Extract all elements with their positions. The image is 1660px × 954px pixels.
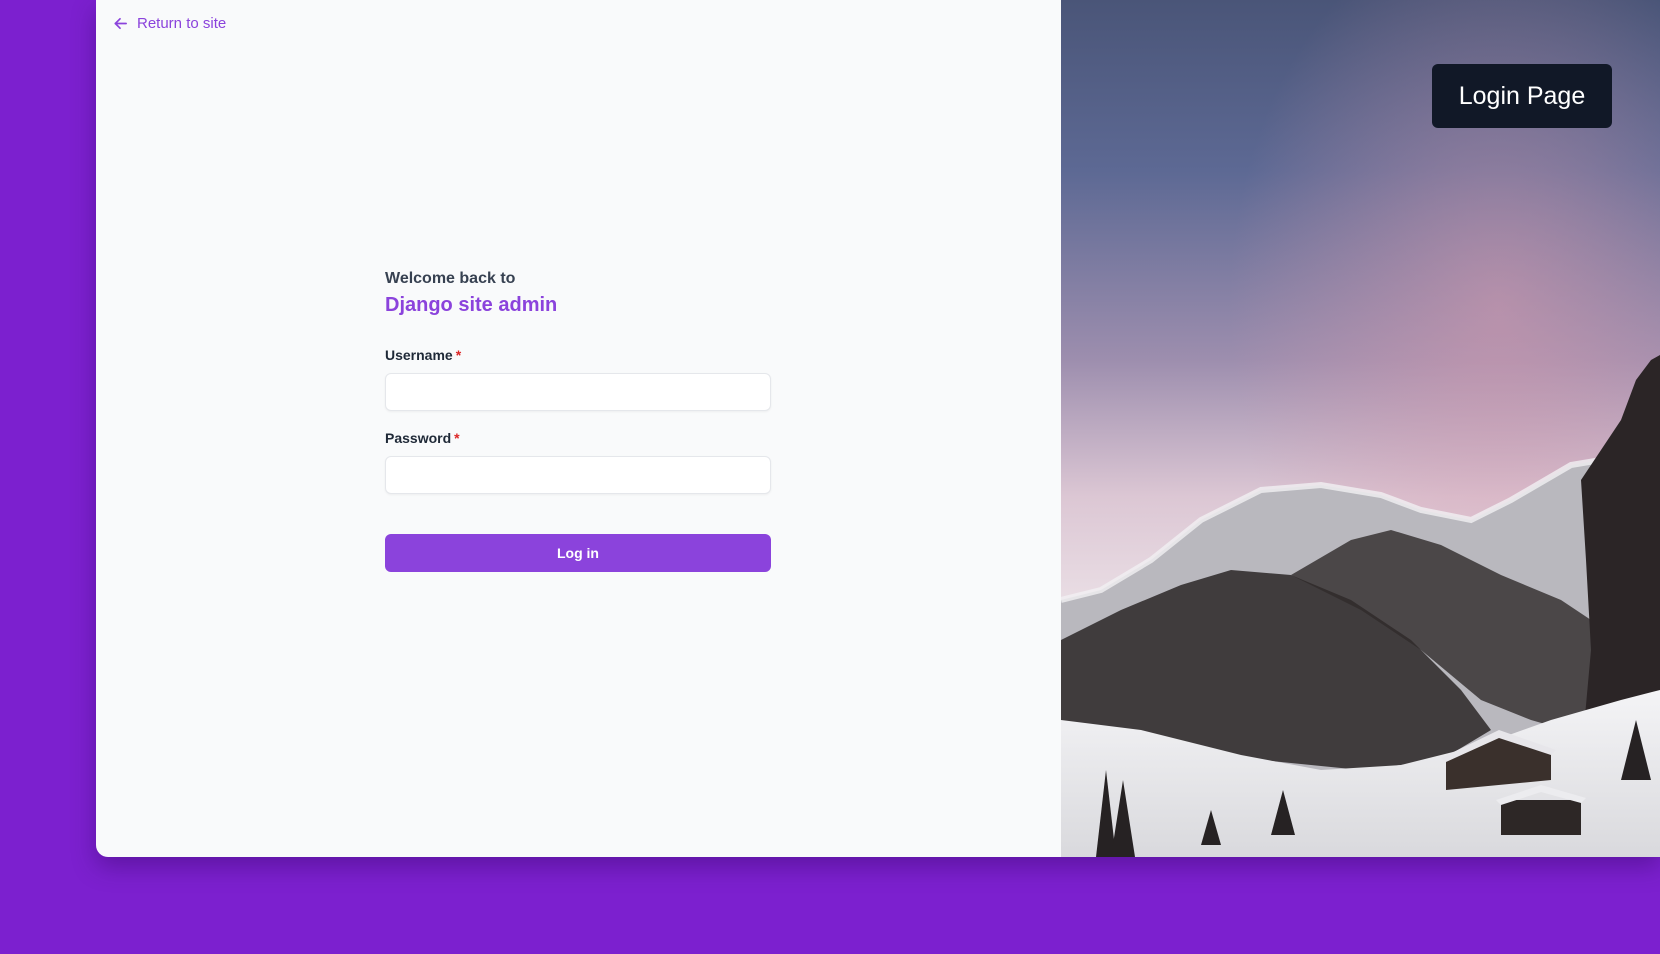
- mountain-scene-illustration: [1061, 0, 1660, 857]
- page-label-badge: Login Page: [1432, 64, 1612, 128]
- mountain-background-image: Login Page: [1061, 0, 1660, 857]
- app-window: Return to site Welcome back to Django si…: [96, 0, 1660, 857]
- required-mark: *: [454, 430, 460, 446]
- login-button[interactable]: Log in: [385, 534, 771, 572]
- return-to-site-link[interactable]: Return to site: [113, 15, 226, 32]
- username-input[interactable]: [385, 373, 771, 411]
- return-to-site-label: Return to site: [137, 15, 227, 32]
- welcome-text: Welcome back to: [385, 270, 516, 287]
- username-label: Username *: [385, 345, 771, 365]
- password-label-text: Password: [385, 430, 452, 446]
- login-form: Welcome back to Django site admin Userna…: [385, 268, 771, 572]
- username-label-text: Username: [385, 347, 453, 363]
- required-mark: *: [455, 347, 462, 363]
- password-field-group: Password *: [385, 428, 771, 494]
- site-name-title: Django site admin: [385, 294, 558, 316]
- login-pane: Return to site Welcome back to Django si…: [96, 0, 1061, 857]
- screen-frame: Return to site Welcome back to Django si…: [0, 0, 1660, 954]
- arrow-left-icon: [113, 16, 128, 31]
- password-label: Password *: [385, 428, 771, 448]
- username-field-group: Username *: [385, 345, 771, 411]
- password-input[interactable]: [385, 456, 771, 494]
